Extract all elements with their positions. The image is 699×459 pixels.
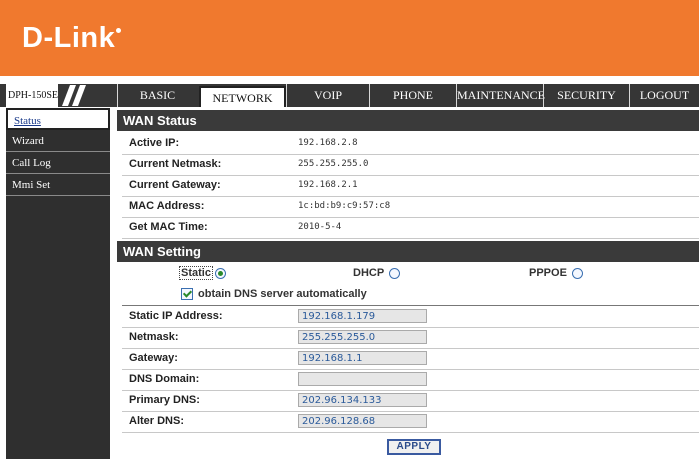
tab-voip[interactable]: VOIP bbox=[286, 84, 369, 107]
field-label: Netmask: bbox=[129, 331, 179, 343]
field-label: Alter DNS: bbox=[129, 415, 185, 427]
primary-dns-input[interactable]: 202.96.134.133 bbox=[298, 393, 427, 407]
netmask-input[interactable]: 255.255.255.0 bbox=[298, 330, 427, 344]
dhcp-radio[interactable] bbox=[389, 267, 401, 279]
status-value: 192.168.2.8 bbox=[298, 138, 358, 148]
header-banner: D-Link bbox=[0, 0, 699, 76]
status-row-netmask: Current Netmask: 255.255.255.0 bbox=[122, 154, 699, 176]
model-label: DPH-150SE bbox=[6, 84, 58, 107]
sidebar-item-mmi-set[interactable]: Mmi Set bbox=[6, 174, 110, 196]
status-row-mac: MAC Address: 1c:bd:b9:c9:57:c8 bbox=[122, 196, 699, 218]
status-label: Active IP: bbox=[129, 137, 180, 149]
tab-logout[interactable]: LOGOUT bbox=[629, 84, 699, 107]
status-label: Get MAC Time: bbox=[129, 221, 208, 233]
dns-auto-checkbox[interactable] bbox=[181, 288, 193, 301]
tab-phone[interactable]: PHONE bbox=[369, 84, 456, 107]
field-row-dns-domain: DNS Domain: bbox=[122, 369, 699, 391]
field-label: Primary DNS: bbox=[129, 394, 200, 406]
mode-static[interactable]: Static bbox=[179, 263, 226, 283]
status-row-active-ip: Active IP: 192.168.2.8 bbox=[122, 133, 699, 155]
mode-dhcp[interactable]: DHCP bbox=[353, 263, 401, 283]
sidebar-item-wizard[interactable]: Wizard bbox=[6, 130, 110, 152]
status-label: Current Netmask: bbox=[129, 158, 222, 170]
field-row-netmask: Netmask: 255.255.255.0 bbox=[122, 327, 699, 349]
sidebar: Status Wizard Call Log Mmi Set bbox=[6, 108, 110, 459]
mode-pppoe[interactable]: PPPOE bbox=[529, 263, 583, 283]
dns-domain-input[interactable] bbox=[298, 372, 427, 386]
dlink-logo: D-Link bbox=[22, 22, 122, 55]
field-label: Static IP Address: bbox=[129, 310, 223, 322]
status-value: 1c:bd:b9:c9:57:c8 bbox=[298, 201, 391, 211]
status-value: 192.168.2.1 bbox=[298, 180, 358, 190]
status-value: 2010-5-4 bbox=[298, 222, 342, 232]
static-ip-input[interactable]: 192.168.1.179 bbox=[298, 309, 427, 323]
tab-security[interactable]: SECURITY bbox=[543, 84, 629, 107]
field-row-gateway: Gateway: 192.168.1.1 bbox=[122, 348, 699, 370]
field-label: DNS Domain: bbox=[129, 373, 200, 385]
static-radio[interactable] bbox=[214, 267, 226, 279]
gateway-input[interactable]: 192.168.1.1 bbox=[298, 351, 427, 365]
tab-maintenance[interactable]: MAINTENANCE bbox=[456, 84, 545, 107]
logo-text: D-Link bbox=[22, 22, 116, 54]
mode-pppoe-label: PPPOE bbox=[529, 267, 567, 279]
field-label: Gateway: bbox=[129, 352, 178, 364]
status-row-gateway: Current Gateway: 192.168.2.1 bbox=[122, 175, 699, 197]
status-value: 255.255.255.0 bbox=[298, 159, 369, 169]
sidebar-item-call-log[interactable]: Call Log bbox=[6, 152, 110, 174]
field-row-static-ip: Static IP Address: 192.168.1.179 bbox=[122, 306, 699, 328]
alter-dns-input[interactable]: 202.96.128.68 bbox=[298, 414, 427, 428]
field-row-alter-dns: Alter DNS: 202.96.128.68 bbox=[122, 411, 699, 433]
status-label: MAC Address: bbox=[129, 200, 205, 212]
logo-dot bbox=[116, 28, 122, 33]
dns-auto-label: obtain DNS server automatically bbox=[198, 288, 367, 300]
apply-button[interactable]: APPLY bbox=[387, 439, 441, 455]
mode-dhcp-label: DHCP bbox=[353, 267, 384, 279]
slashes-decoration bbox=[62, 85, 86, 106]
status-row-mac-time: Get MAC Time: 2010-5-4 bbox=[122, 217, 699, 239]
wan-setting-header: WAN Setting bbox=[117, 241, 699, 262]
status-label: Current Gateway: bbox=[129, 179, 221, 191]
mode-static-label: Static bbox=[179, 266, 213, 280]
pppoe-radio[interactable] bbox=[571, 267, 583, 279]
tab-network[interactable]: NETWORK bbox=[199, 86, 286, 107]
sidebar-item-status[interactable]: Status bbox=[6, 108, 110, 130]
top-nav: DPH-150SE BASIC NETWORK VOIP PHONE MAINT… bbox=[0, 84, 699, 107]
field-row-primary-dns: Primary DNS: 202.96.134.133 bbox=[122, 390, 699, 412]
dns-auto-checkbox-row[interactable]: obtain DNS server automatically bbox=[181, 286, 367, 302]
wan-status-header: WAN Status bbox=[117, 110, 699, 131]
tab-basic[interactable]: BASIC bbox=[117, 84, 197, 107]
main-content: WAN Status Active IP: 192.168.2.8 Curren… bbox=[117, 108, 699, 459]
